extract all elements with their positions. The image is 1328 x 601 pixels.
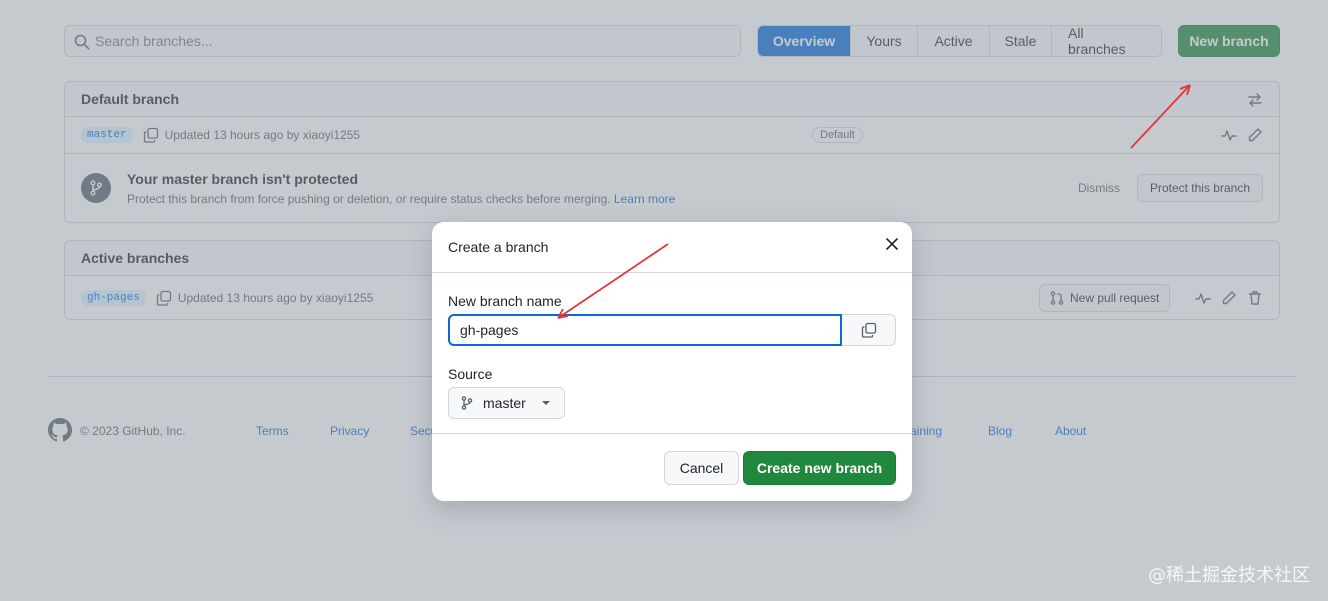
source-branch-value: master: [483, 395, 526, 411]
create-new-branch-button[interactable]: Create new branch: [743, 451, 896, 485]
cancel-button[interactable]: Cancel: [664, 451, 739, 485]
copy-icon: [861, 322, 876, 338]
dialog-title: Create a branch: [448, 239, 549, 255]
create-branch-dialog: Create a branch New branch name Source m…: [432, 222, 912, 501]
branch-name-input[interactable]: [448, 314, 842, 346]
dialog-footer: Cancel Create new branch: [432, 434, 912, 500]
copy-branch-name-button[interactable]: [842, 314, 896, 346]
branches-page: Overview Yours Active Stale All branches…: [0, 0, 1328, 601]
caret-down-icon: [541, 401, 550, 405]
dialog-body: New branch name Source master: [432, 273, 912, 434]
watermark-text: @稀土掘金技术社区: [1148, 565, 1310, 586]
dialog-header: Create a branch: [432, 222, 912, 273]
source-branch-select[interactable]: master: [448, 387, 565, 419]
branch-name-label: New branch name: [448, 293, 562, 309]
branch-icon: [461, 396, 473, 410]
source-label: Source: [448, 366, 493, 382]
close-icon[interactable]: [886, 238, 898, 250]
